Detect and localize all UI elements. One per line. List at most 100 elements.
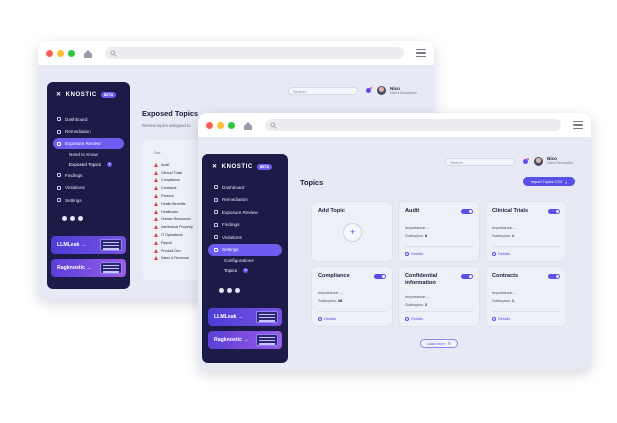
importance-row: Importance: – (492, 225, 516, 230)
notification-bell-icon[interactable] (366, 87, 372, 93)
importance-label: Importance: (492, 225, 514, 230)
topic-card-audit[interactable]: Audit Importance: – Subtopics: 8 Details (398, 201, 480, 262)
page-subtitle: Review topics assigned to (142, 123, 191, 128)
minimize-window-dot[interactable] (217, 121, 224, 129)
topic-name: IT Operations (161, 233, 183, 238)
subnav-configurations[interactable]: Configurations (208, 256, 282, 266)
topic-card-confidential-information[interactable]: Confidential information Importance: – S… (398, 266, 480, 327)
nav-item-remediation[interactable]: Remediation (53, 126, 124, 139)
linkedin-icon[interactable] (62, 216, 67, 221)
add-topic-label: Add Topic (318, 208, 345, 214)
home-icon[interactable] (243, 121, 253, 130)
details-link[interactable]: Details (405, 316, 423, 321)
details-link[interactable]: Details (492, 316, 510, 321)
details-link[interactable]: Details (318, 316, 336, 321)
info-icon (405, 251, 409, 256)
menu-icon[interactable] (573, 120, 583, 130)
search-icon (110, 49, 117, 57)
subnav-need-to-know[interactable]: Need to Know (53, 149, 124, 159)
warning-icon (154, 233, 158, 238)
user-description: Client Description (390, 91, 417, 95)
nav-item-settings[interactable]: Settings (208, 243, 282, 256)
topic-title: Compliance (318, 273, 350, 279)
nav-item-violations[interactable]: Violations (208, 231, 282, 244)
import-button-label: Import Topics CSV (530, 179, 563, 184)
nav-item-violations[interactable]: Violations (53, 182, 124, 195)
search-input[interactable]: Search (445, 158, 515, 166)
warning-icon (154, 217, 158, 222)
topic-toggle[interactable] (461, 209, 473, 214)
browser-chrome (198, 113, 591, 138)
details-link[interactable]: Details (492, 251, 510, 256)
subnav-exposed-topics[interactable]: Exposed Topics 8 (53, 159, 124, 169)
topic-card-clinical-trials[interactable]: Clinical Trials Importance: – Subtopics:… (485, 201, 567, 262)
youtube-icon[interactable] (78, 216, 83, 221)
llmleak-promo[interactable]: LLMLeak → (208, 308, 282, 326)
importance-label: Importance: (492, 290, 514, 295)
twitter-icon[interactable] (227, 288, 232, 293)
linkedin-icon[interactable] (219, 288, 224, 293)
maximize-window-dot[interactable] (228, 121, 235, 129)
topic-name: Payroll (161, 240, 172, 245)
nav-item-remediation[interactable]: Remediation (208, 194, 282, 207)
nav-item-dashboard[interactable]: Dashboard (53, 113, 124, 126)
subtopics-value: 1 (511, 233, 515, 238)
user-description: Client Description (547, 161, 574, 165)
subtopics-label: Subtopics: (492, 233, 511, 238)
minimize-window-dot[interactable] (57, 49, 64, 57)
details-label: Details (324, 316, 337, 321)
ragknostic-promo[interactable]: Ragknostic → (208, 331, 282, 349)
topic-name: Healthcare (161, 209, 179, 214)
maximize-window-dot[interactable] (68, 49, 75, 57)
nav-item-settings[interactable]: Settings (53, 194, 124, 207)
details-link[interactable]: Details (405, 251, 423, 256)
subtopics-row: Subtopics: 1 (492, 233, 514, 238)
divider (492, 246, 560, 247)
avatar[interactable] (377, 86, 386, 95)
nav-item-exposure-review[interactable]: Exposure Review (53, 138, 124, 149)
plus-icon[interactable]: + (343, 223, 362, 242)
nav-label: Remediation (65, 129, 91, 135)
importance-value: – (514, 290, 517, 295)
topic-toggle[interactable] (548, 209, 560, 214)
topic-toggle[interactable] (548, 274, 560, 279)
topic-toggle[interactable] (374, 274, 386, 279)
nav-item-findings[interactable]: Findings (208, 219, 282, 232)
topic-card-compliance[interactable]: Compliance Importance: – Subtopics: 28 D… (311, 266, 393, 327)
notification-bell-icon[interactable] (523, 158, 529, 164)
twitter-icon[interactable] (70, 216, 75, 221)
ragknostic-promo[interactable]: Ragknostic → (51, 259, 126, 277)
address-bar[interactable] (265, 119, 561, 131)
search-icon (270, 121, 277, 129)
refresh-icon: ↻ (447, 341, 452, 346)
llmleak-promo[interactable]: LLMLeak → (51, 236, 126, 254)
topic-card-contracts[interactable]: Contracts Importance: – Subtopics: 1 Det… (485, 266, 567, 327)
add-topic-card[interactable]: Add Topic + (311, 201, 393, 262)
load-more-button[interactable]: Load more ↻ (420, 339, 458, 348)
address-bar[interactable] (105, 47, 404, 59)
youtube-icon[interactable] (235, 288, 240, 293)
nav-item-dashboard[interactable]: Dashboard (208, 181, 282, 194)
topic-name: Clinical Trials (161, 170, 183, 175)
warning-icon (154, 194, 158, 199)
subnav-topics[interactable]: Topics 8 (208, 266, 282, 276)
import-topics-button[interactable]: Import Topics CSV ⤓ (523, 177, 575, 186)
shield-icon (57, 129, 61, 134)
topic-toggle[interactable] (461, 274, 473, 279)
nav-item-findings[interactable]: Findings (53, 169, 124, 182)
warning-icon (154, 209, 158, 214)
nav-label: Remediation (222, 197, 248, 203)
load-more-label: Load more (426, 341, 445, 346)
subtopics-label: Subtopics: (492, 298, 511, 303)
page-title: Topics (300, 178, 324, 187)
subtopics-row: Subtopics: 1 (492, 298, 514, 303)
menu-icon[interactable] (416, 48, 426, 58)
dashboard-icon (214, 185, 218, 190)
close-window-dot[interactable] (206, 121, 213, 129)
close-window-dot[interactable] (46, 49, 53, 57)
info-icon (492, 251, 496, 256)
nav-item-exposure-review[interactable]: Exposure Review (208, 206, 282, 219)
home-icon[interactable] (83, 49, 93, 58)
avatar[interactable] (534, 157, 543, 166)
search-input[interactable]: Search (288, 87, 358, 95)
